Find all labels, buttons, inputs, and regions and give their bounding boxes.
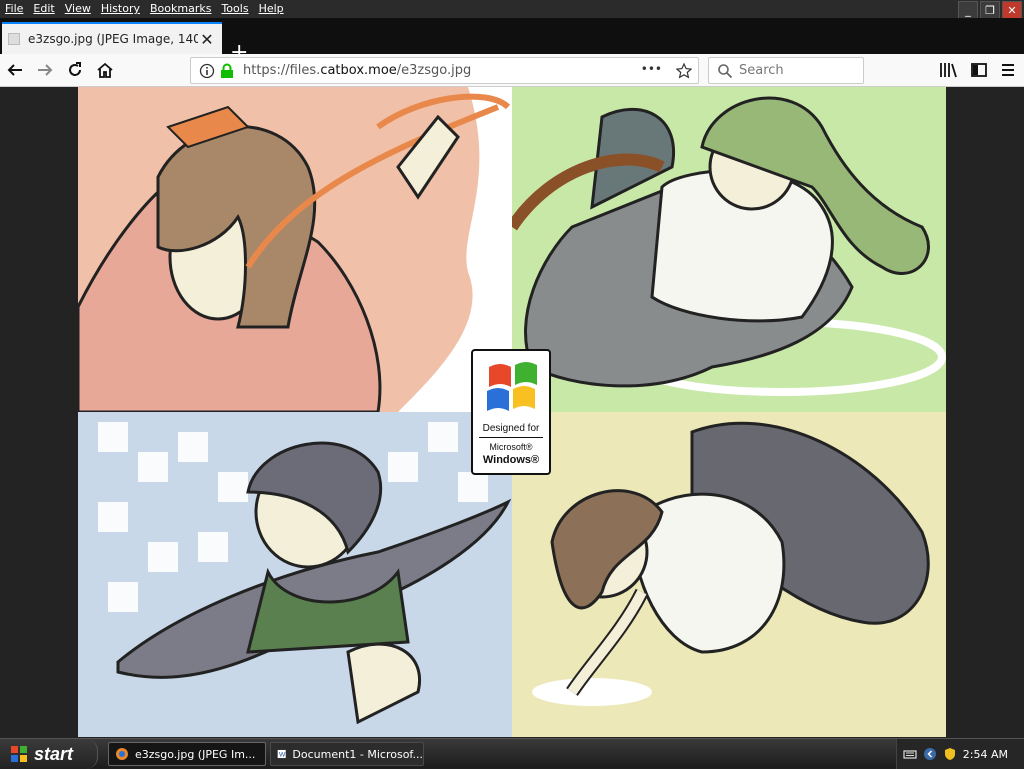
reload-icon bbox=[69, 62, 81, 76]
menu-bookmarks[interactable]: Bookmarks bbox=[145, 1, 216, 17]
tab-strip: e3zsgo.jpg (JPEG Image, 1400 × ✕ + bbox=[0, 18, 1024, 64]
back-arrow-icon bbox=[7, 64, 22, 76]
illustration-topleft bbox=[78, 87, 512, 412]
task-firefox[interactable]: e3zsgo.jpg (JPEG Im... bbox=[108, 742, 266, 766]
system-tray: 2:54 AM bbox=[896, 739, 1024, 769]
menu-file[interactable]: File bbox=[0, 1, 28, 17]
menu-view[interactable]: View bbox=[60, 1, 96, 17]
info-icon bbox=[199, 63, 215, 79]
page-actions-button[interactable]: ••• bbox=[641, 62, 662, 76]
badge-windows: Windows® bbox=[482, 454, 540, 466]
minimize-button[interactable]: _ bbox=[958, 1, 978, 19]
windows-logo-icon bbox=[11, 746, 27, 762]
sidebar-icon bbox=[971, 63, 987, 77]
windows-xp-badge: Designed for Microsoft® Windows® bbox=[471, 349, 551, 475]
lock-icon bbox=[221, 63, 233, 78]
svg-text:W: W bbox=[279, 752, 286, 759]
close-window-button[interactable]: ✕ bbox=[1002, 1, 1022, 19]
start-label: start bbox=[34, 743, 74, 764]
library-icon bbox=[940, 63, 957, 78]
image-favicon-icon bbox=[8, 33, 20, 45]
menu-bar: File Edit View History Bookmarks Tools H… bbox=[0, 0, 1024, 19]
menu-history[interactable]: History bbox=[96, 1, 145, 17]
windows-flag-icon bbox=[487, 362, 537, 411]
forward-arrow-icon bbox=[38, 64, 53, 76]
bookmark-star-icon[interactable] bbox=[676, 63, 692, 79]
restore-button[interactable]: ❐ bbox=[980, 1, 1000, 19]
home-icon bbox=[97, 62, 113, 78]
badge-designed-for: Designed for bbox=[482, 423, 540, 434]
search-placeholder: Search bbox=[739, 63, 784, 78]
menu-tools[interactable]: Tools bbox=[216, 1, 253, 17]
security-shield-icon[interactable] bbox=[943, 747, 957, 761]
start-button[interactable]: start bbox=[0, 739, 98, 769]
reload-button[interactable] bbox=[64, 59, 86, 81]
tab-close-icon[interactable]: ✕ bbox=[198, 30, 216, 49]
badge-divider bbox=[479, 437, 543, 438]
task-firefox-label: e3zsgo.jpg (JPEG Im... bbox=[135, 747, 256, 761]
tab-title: e3zsgo.jpg (JPEG Image, 1400 × bbox=[28, 32, 198, 46]
url-text: https://files.catbox.moe/e3zsgo.jpg bbox=[243, 63, 472, 78]
clock[interactable]: 2:54 AM bbox=[963, 748, 1008, 761]
search-icon bbox=[718, 64, 733, 79]
tab-image[interactable]: e3zsgo.jpg (JPEG Image, 1400 × ✕ bbox=[2, 22, 222, 54]
illustration-bottomright bbox=[512, 412, 946, 737]
firefox-icon bbox=[116, 748, 128, 760]
window-controls: _ ❐ ✕ bbox=[958, 1, 1022, 19]
menu-help[interactable]: Help bbox=[254, 1, 289, 17]
keyboard-icon[interactable] bbox=[903, 747, 917, 761]
forward-button[interactable] bbox=[34, 59, 56, 81]
tray-expand-icon[interactable] bbox=[923, 747, 937, 761]
back-button[interactable] bbox=[4, 59, 26, 81]
navigation-toolbar: https://files.catbox.moe/e3zsgo.jpg ••• … bbox=[0, 54, 1024, 87]
menu-button[interactable] bbox=[997, 59, 1019, 81]
url-bar[interactable]: https://files.catbox.moe/e3zsgo.jpg ••• bbox=[190, 57, 699, 84]
illustration-bottomleft bbox=[78, 412, 512, 737]
jpeg-image[interactable]: Designed for Microsoft® Windows® bbox=[78, 87, 946, 738]
sidebar-button[interactable] bbox=[968, 59, 990, 81]
badge-microsoft: Microsoft® bbox=[489, 442, 533, 452]
task-word-label: Document1 - Microsof... bbox=[292, 747, 423, 761]
home-button[interactable] bbox=[94, 59, 116, 81]
library-button[interactable] bbox=[938, 59, 960, 81]
menu-edit[interactable]: Edit bbox=[28, 1, 59, 17]
hamburger-menu-icon bbox=[1002, 64, 1014, 76]
illustration-topright bbox=[512, 87, 946, 412]
task-word[interactable]: W Document1 - Microsof... bbox=[270, 742, 424, 766]
search-bar[interactable]: Search bbox=[708, 57, 864, 84]
taskbar: start e3zsgo.jpg (JPEG Im... W Document1… bbox=[0, 738, 1024, 769]
content-viewport: Designed for Microsoft® Windows® bbox=[0, 87, 1024, 738]
word-icon: W bbox=[277, 749, 286, 759]
